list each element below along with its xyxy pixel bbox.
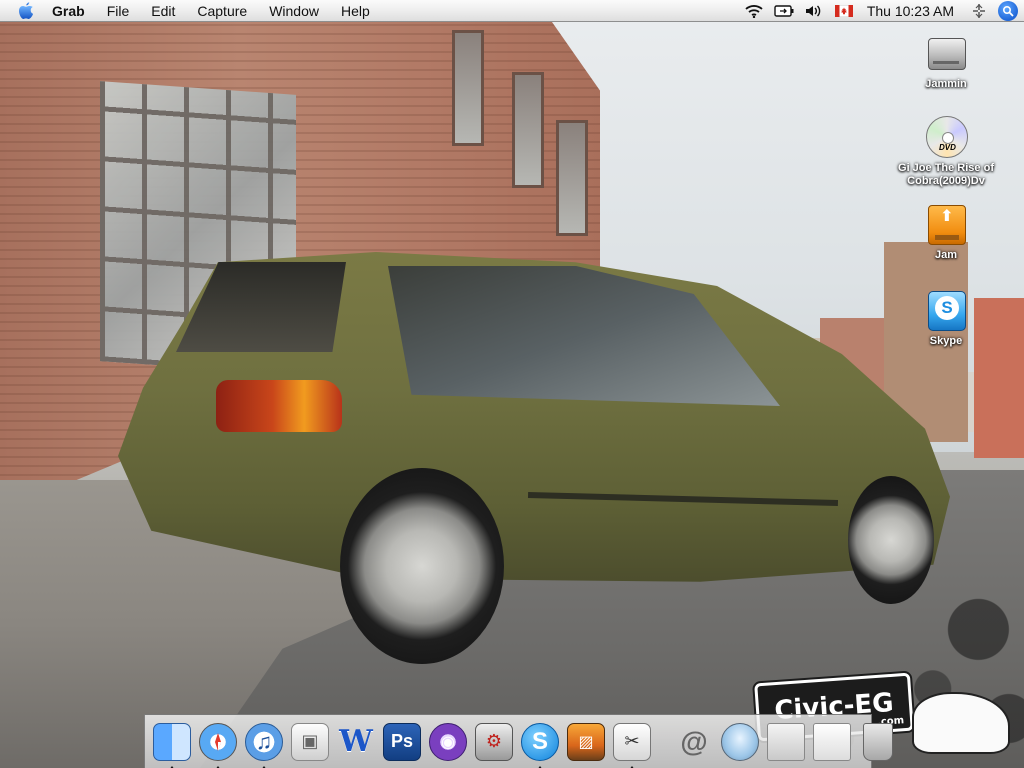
menu-help[interactable]: Help: [330, 0, 381, 22]
menu-clock[interactable]: Thu 10:23 AM: [859, 3, 964, 19]
boot-camp-icon: ▣: [291, 722, 329, 761]
menu-capture[interactable]: Capture: [186, 0, 258, 22]
dock-word[interactable]: W: [335, 721, 377, 763]
desktop-icon-label: Jam: [934, 249, 958, 261]
wallpaper-car-rear-wheel: [340, 468, 504, 664]
menu-app-name[interactable]: Grab: [46, 0, 96, 22]
script-editor-icon: ✂: [613, 722, 651, 761]
menu-file[interactable]: File: [96, 0, 141, 22]
desktop-icon-jam[interactable]: ⬆ Jam: [891, 201, 1001, 262]
usb-drive-icon: ⬆: [924, 201, 968, 245]
itunes-purple-icon: ◉: [429, 722, 467, 761]
dock-finder[interactable]: [151, 721, 193, 768]
disk-utility-icon: [721, 722, 759, 761]
desktop-icon-label: Gi Joe The Rise of Cobra(2009)Dv: [898, 162, 994, 187]
documents-stack-icon: [767, 722, 805, 761]
dock-purple-app[interactable]: ◉: [427, 721, 469, 763]
bluetooth-icon[interactable]: [968, 0, 990, 22]
wallpaper-window: [452, 30, 484, 146]
canada-flag-icon[interactable]: [833, 0, 855, 22]
desktop-icon-label: Skype: [929, 335, 963, 347]
menu-edit[interactable]: Edit: [140, 0, 186, 22]
desktop-icon-jammin[interactable]: Jammin: [891, 30, 1001, 91]
mail-icon: @: [680, 725, 708, 757]
spotlight-icon[interactable]: [998, 0, 1018, 21]
wallpaper-window: [556, 120, 588, 236]
preferences-icon: ⚙: [475, 722, 513, 761]
downloads-stack-icon: [813, 722, 851, 761]
skype-icon: S: [924, 287, 968, 331]
dock-disk[interactable]: [719, 721, 761, 763]
dock-itunes[interactable]: ♫: [243, 721, 285, 768]
wallpaper-window: [512, 72, 544, 188]
word-icon: W: [339, 724, 373, 759]
dock-iphoto[interactable]: ▨: [565, 721, 607, 763]
desktop-icon-label: Jammin: [925, 78, 967, 90]
dvd-disc-icon: DVD: [924, 114, 968, 158]
trash-icon: [863, 722, 893, 761]
desktop-icon-skype[interactable]: S Skype: [891, 287, 1001, 348]
photoshop-icon: Ps: [383, 722, 421, 761]
dock-skype[interactable]: S: [519, 721, 561, 768]
menu-bar: Grab File Edit Capture Window Help Thu 1…: [0, 0, 1024, 22]
wallpaper: Civic-EG .com: [0, 0, 1024, 768]
dock-preferences[interactable]: ⚙: [473, 721, 515, 763]
menu-window[interactable]: Window: [258, 0, 330, 22]
dock-safari[interactable]: [197, 721, 239, 768]
dock-script-editor[interactable]: ✂: [611, 721, 653, 768]
menu-extras: Thu 10:23 AM: [739, 0, 1024, 22]
dock-trash[interactable]: [857, 721, 899, 763]
finder-icon: [153, 722, 191, 761]
volume-icon[interactable]: [803, 0, 825, 22]
apple-icon[interactable]: [16, 1, 36, 21]
dock-photoshop[interactable]: Ps: [381, 721, 423, 763]
dock-documents-stack[interactable]: [765, 721, 807, 763]
dvd-badge: DVD: [939, 143, 956, 152]
wallpaper-car-taillight: [216, 380, 342, 432]
dock: ♫ ▣ W Ps ◉ ⚙ S ▨ ✂ @: [144, 714, 893, 768]
battery-icon[interactable]: [773, 0, 795, 22]
dock-mail[interactable]: @: [673, 721, 715, 763]
itunes-icon: ♫: [245, 722, 283, 761]
desktop-screen: Civic-EG .com Grab File Edit Capture Win…: [0, 0, 1024, 768]
iphoto-icon: ▨: [567, 722, 605, 761]
hard-drive-icon: [924, 30, 968, 74]
dock-boot-camp[interactable]: ▣: [289, 721, 331, 763]
skype-dock-icon: S: [521, 722, 559, 761]
dock-downloads-stack[interactable]: [811, 721, 853, 763]
safari-icon: [199, 722, 237, 761]
wifi-icon[interactable]: [743, 0, 765, 22]
desktop-icon-dvd[interactable]: DVD Gi Joe The Rise of Cobra(2009)Dv: [891, 114, 1001, 188]
